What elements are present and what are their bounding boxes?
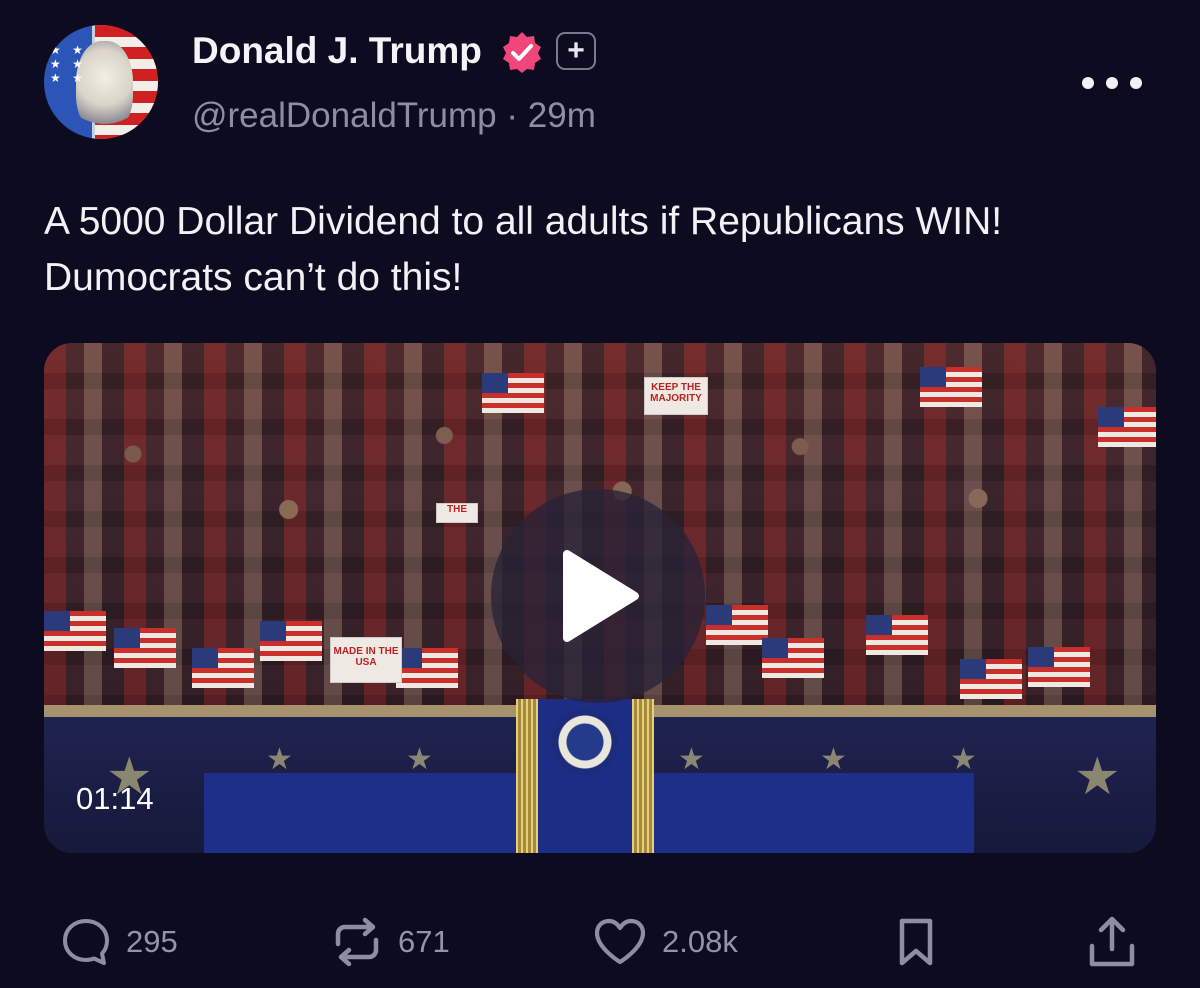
author-display-name[interactable]: Donald J. Trump <box>192 30 482 72</box>
flag-image <box>1098 407 1156 447</box>
flag-image <box>706 605 768 645</box>
plus-badge-icon: + <box>556 32 596 70</box>
podium-trim <box>516 699 538 853</box>
more-options-button[interactable] <box>1082 68 1142 98</box>
star-icon: ★ <box>1074 748 1121 806</box>
flag-image <box>960 659 1022 699</box>
podium <box>516 699 654 853</box>
rally-sign: KEEP THE MAJORITY <box>644 377 708 415</box>
play-button[interactable] <box>491 489 705 703</box>
more-dot-icon <box>1082 77 1094 89</box>
like-button[interactable]: 2.08k <box>592 910 738 974</box>
more-dot-icon <box>1106 77 1118 89</box>
post: ★ ★ ★ ★ ★ ★ Donald J. Trump + @realDonaldT… <box>0 0 1200 988</box>
post-text: A 5000 Dollar Dividend to all adults if … <box>44 200 1003 299</box>
flag-image <box>192 648 254 688</box>
podium-trim <box>632 699 654 853</box>
video-duration: 01:14 <box>76 781 154 816</box>
flag-image <box>114 628 176 668</box>
star-icon: ★ <box>266 743 293 776</box>
star-icon: ★ <box>950 743 977 776</box>
flag-image <box>920 367 982 407</box>
separator-dot: · <box>506 96 519 135</box>
action-bar: 295 671 2.08k <box>0 910 1200 974</box>
video-player[interactable]: KEEP THE MAJORITY MADE IN THE USA THE ★ … <box>44 343 1156 853</box>
play-icon <box>563 550 639 642</box>
flag-image <box>260 621 322 661</box>
avatar-stars: ★ ★ ★ ★ ★ ★ <box>50 43 87 85</box>
reply-button[interactable]: 295 <box>60 910 178 974</box>
author-handle-row: @realDonaldTrump · 29m <box>192 96 596 136</box>
reply-icon <box>63 919 109 965</box>
rally-sign: THE <box>436 503 478 523</box>
rally-sign: MADE IN THE USA <box>330 637 402 683</box>
repost-icon <box>335 917 379 967</box>
flag-image <box>44 611 106 651</box>
star-icon: ★ <box>678 743 705 776</box>
flag-image <box>866 615 928 655</box>
repost-button[interactable]: 671 <box>330 910 450 974</box>
like-icon <box>594 918 646 965</box>
share-button[interactable] <box>1086 910 1138 974</box>
author-handle[interactable]: @realDonaldTrump <box>192 96 497 135</box>
like-count: 2.08k <box>662 924 738 959</box>
bookmark-icon <box>899 918 933 966</box>
reply-count: 295 <box>126 924 178 959</box>
flag-image <box>1028 647 1090 687</box>
share-icon <box>1089 916 1135 967</box>
post-time[interactable]: 29m <box>528 96 596 135</box>
presidential-seal-icon <box>552 709 618 775</box>
flag-image <box>762 638 824 678</box>
verified-badge-icon <box>503 32 541 73</box>
repost-count: 671 <box>398 924 450 959</box>
star-icon: ★ <box>406 743 433 776</box>
avatar[interactable]: ★ ★ ★ ★ ★ ★ <box>44 25 158 139</box>
flag-image <box>482 373 544 413</box>
flag-image <box>396 648 458 688</box>
star-icon: ★ <box>820 743 847 776</box>
bookmark-button[interactable] <box>894 910 938 974</box>
more-dot-icon <box>1130 77 1142 89</box>
